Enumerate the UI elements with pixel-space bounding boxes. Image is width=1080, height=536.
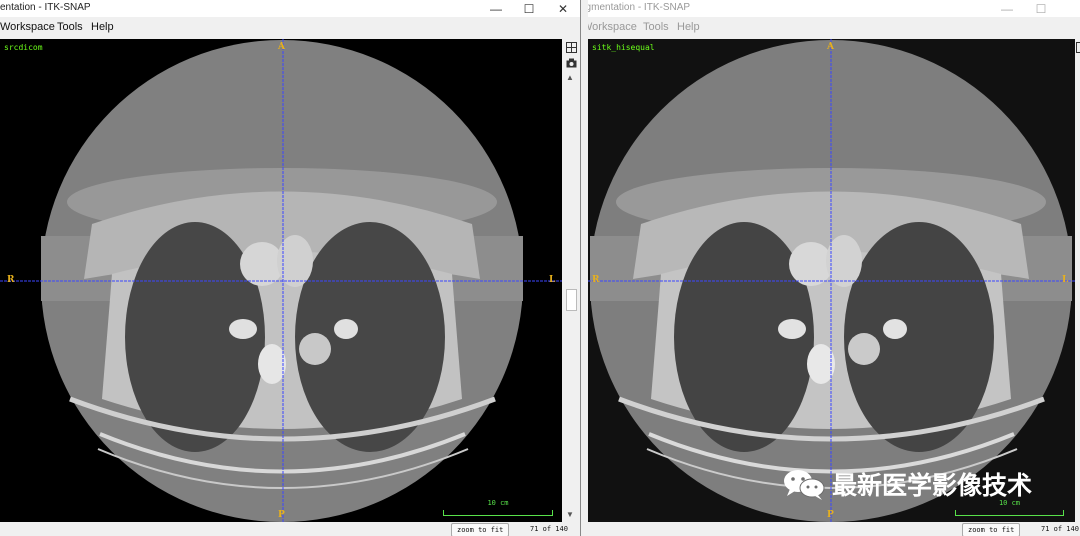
slice-viewer[interactable]: sitk_hisequal A P R L 10 cm	[588, 39, 1075, 522]
itk-snap-window-right: egmentation - ITK-SNAP — ☐ Workspace Too…	[588, 0, 1080, 536]
camera-icon[interactable]	[565, 57, 577, 69]
window-title: entation - ITK-SNAP	[0, 2, 91, 13]
ct-slice-image	[0, 39, 562, 522]
menu-tools[interactable]: Tools	[643, 21, 669, 33]
layer-name-label: srcdicom	[4, 43, 43, 52]
title-bar[interactable]: egmentation - ITK-SNAP — ☐	[588, 0, 1080, 17]
itk-snap-window-left: entation - ITK-SNAP — ☐ ✕ Workspace Tool…	[0, 0, 581, 536]
status-bar: zoom to fit 71 of 140	[0, 522, 580, 536]
title-bar[interactable]: entation - ITK-SNAP — ☐ ✕	[0, 0, 580, 17]
slice-viewer[interactable]: srcdicom A P R L 10 cm	[0, 39, 562, 522]
menu-bar: Workspace Tools Help	[588, 18, 1080, 38]
menu-bar: Workspace Tools Help	[0, 18, 580, 38]
viewer-toolbar: ▲ ▼	[562, 39, 580, 522]
orientation-top: A	[278, 42, 285, 52]
scale-bar: 10 cm	[955, 499, 1064, 516]
slice-scroll-thumb[interactable]	[566, 289, 577, 311]
zoom-to-fit-button[interactable]: zoom to fit	[962, 523, 1021, 536]
maximize-button[interactable]: ☐	[514, 0, 544, 17]
orientation-right: L	[1062, 275, 1069, 285]
orientation-left: R	[7, 275, 15, 285]
menu-tools[interactable]: Tools	[57, 21, 83, 33]
scale-bar: 10 cm	[443, 499, 553, 516]
window-title: egmentation - ITK-SNAP	[588, 2, 691, 13]
viewer-toolbar	[1075, 39, 1080, 522]
layer-name-label: sitk_hisequal	[592, 43, 655, 52]
orientation-right: L	[549, 275, 556, 285]
watermark-text: 最新医学影像技术	[832, 471, 1033, 500]
orientation-left: R	[592, 275, 600, 285]
orientation-bottom: P	[827, 510, 834, 520]
maximize-button[interactable]: ☐	[1026, 0, 1056, 17]
menu-help[interactable]: Help	[91, 21, 114, 33]
slice-counter: 71 of 140	[1041, 525, 1079, 533]
scale-bar-label: 10 cm	[487, 499, 509, 507]
ct-slice-image	[588, 39, 1075, 522]
watermark: 最新医学影像技术	[782, 466, 1032, 502]
close-button[interactable]: ✕	[548, 0, 578, 17]
menu-workspace[interactable]: Workspace	[0, 21, 55, 33]
slice-counter: 71 of 140	[530, 525, 568, 533]
zoom-to-fit-button[interactable]: zoom to fit	[451, 523, 510, 536]
scroll-up-arrow-icon[interactable]: ▲	[566, 74, 574, 82]
minimize-button[interactable]: —	[992, 0, 1022, 17]
menu-workspace[interactable]: Workspace	[588, 21, 637, 33]
layout-grid-icon[interactable]	[565, 41, 577, 53]
layout-grid-icon[interactable]	[1075, 41, 1080, 53]
minimize-button[interactable]: —	[481, 0, 511, 17]
status-bar: zoom to fit 71 of 140	[588, 522, 1080, 536]
scroll-down-arrow-icon[interactable]: ▼	[566, 511, 574, 519]
wechat-icon	[784, 470, 825, 500]
menu-help[interactable]: Help	[677, 21, 700, 33]
orientation-bottom: P	[278, 510, 285, 520]
orientation-top: A	[827, 42, 834, 52]
